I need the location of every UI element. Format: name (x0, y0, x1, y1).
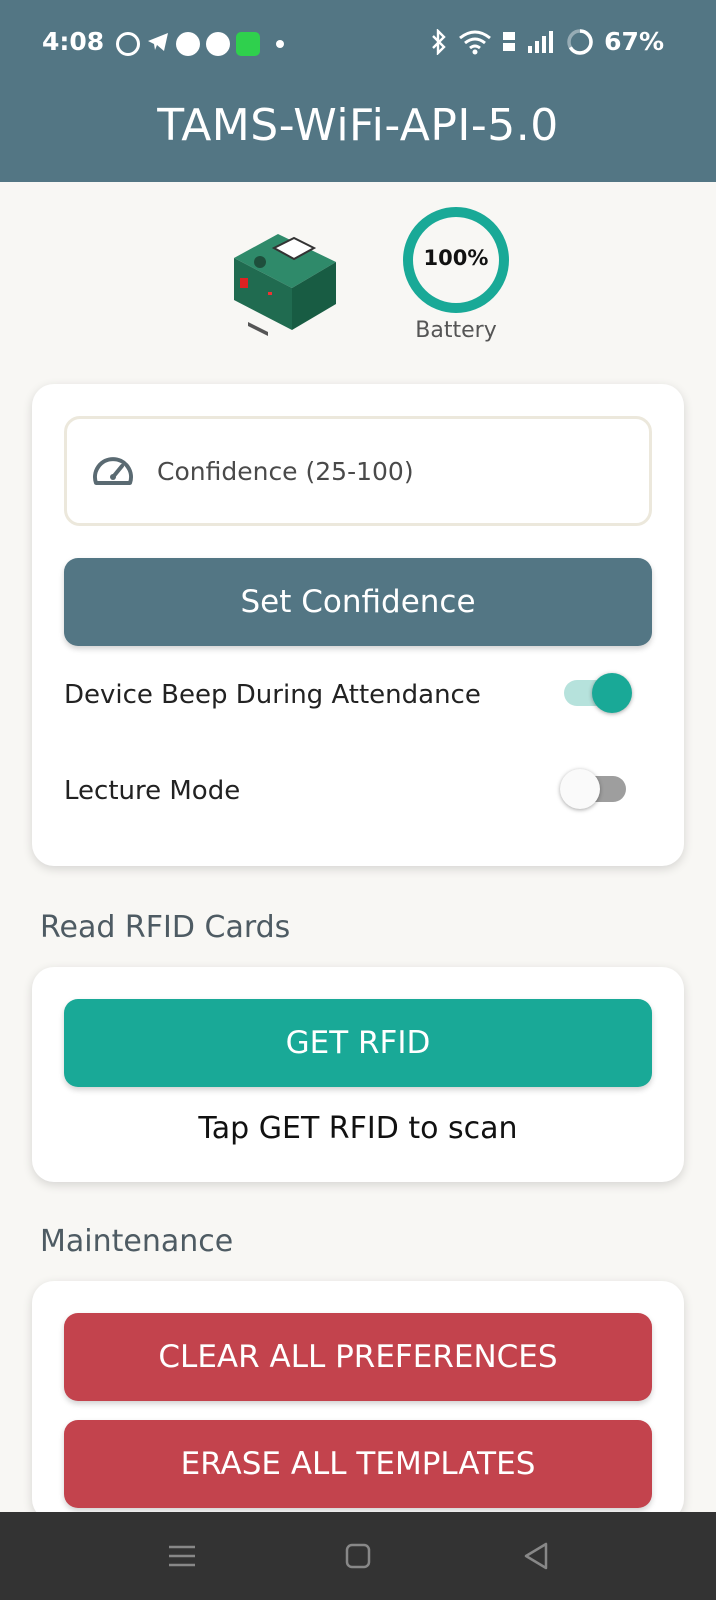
maintenance-card: CLEAR ALL PREFERENCES ERASE ALL TEMPLATE… (32, 1281, 684, 1521)
rfid-section-title: Read RFID Cards (40, 910, 291, 945)
status-bar: 4:08 67% (0, 18, 716, 66)
rfid-card: GET RFID Tap GET RFID to scan (32, 967, 684, 1182)
system-icons: 67% (430, 27, 664, 56)
telegram-icon (146, 30, 170, 58)
status-battery-text: 67% (604, 27, 664, 56)
signal-icon (526, 29, 556, 55)
battery-label: Battery (415, 318, 497, 343)
beep-toggle[interactable] (560, 672, 632, 714)
rfid-hint: Tap GET RFID to scan (198, 1111, 518, 1146)
status-time: 4:08 (42, 27, 105, 56)
beep-setting-row: Device Beep During Attendance (64, 668, 652, 718)
more-notifications-dot (276, 40, 284, 48)
erase-templates-button[interactable]: ERASE ALL TEMPLATES (64, 1420, 652, 1508)
lecture-mode-row: Lecture Mode (64, 764, 652, 814)
lecture-mode-toggle[interactable] (560, 768, 632, 810)
app-icon (236, 32, 260, 56)
bluetooth-icon (430, 28, 448, 55)
settings-card: Set Confidence Device Beep During Attend… (32, 384, 684, 866)
get-rfid-button[interactable]: GET RFID (64, 999, 652, 1087)
volte-icon (502, 29, 516, 55)
speedometer-icon (91, 453, 135, 489)
device-image (228, 226, 342, 338)
battery-percent: 100% (423, 246, 489, 270)
whatsapp-icon (116, 32, 140, 56)
set-confidence-button[interactable]: Set Confidence (64, 558, 652, 646)
messages-icon (176, 32, 200, 56)
system-nav-bar (0, 1512, 716, 1600)
menu-icon[interactable] (160, 1534, 204, 1578)
clear-preferences-button[interactable]: CLEAR ALL PREFERENCES (64, 1313, 652, 1401)
page-title: TAMS-WiFi-API-5.0 (157, 100, 559, 151)
confidence-input[interactable] (157, 445, 627, 497)
battery-ring-icon (566, 28, 594, 56)
wifi-icon (458, 29, 492, 55)
app-bar: 4:08 67% TAMS-WiFi-API-5.0 (0, 0, 716, 182)
lecture-mode-label: Lecture Mode (64, 776, 241, 806)
beep-label: Device Beep During Attendance (64, 680, 481, 710)
maintenance-section-title: Maintenance (40, 1224, 234, 1259)
notification-icons (116, 30, 284, 58)
home-icon[interactable] (336, 1534, 380, 1578)
beep-toggle-thumb (592, 673, 632, 713)
confidence-field[interactable] (64, 416, 652, 526)
chat-icon (206, 32, 230, 56)
lecture-mode-toggle-thumb (560, 769, 600, 809)
back-icon[interactable] (514, 1534, 558, 1578)
